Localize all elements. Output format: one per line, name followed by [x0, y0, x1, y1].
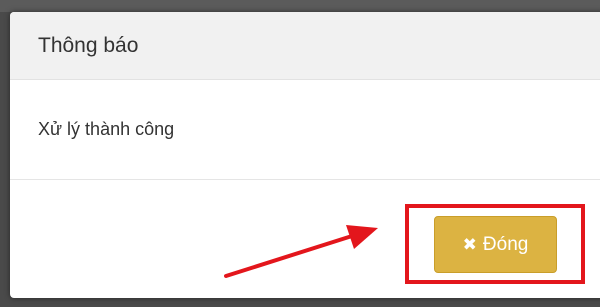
- dialog-title: Thông báo: [38, 33, 139, 57]
- close-button-label: Đóng: [482, 233, 529, 255]
- dialog-header: Thông báo: [10, 12, 600, 80]
- close-button[interactable]: ✖ Đóng: [434, 216, 557, 273]
- dialog-footer: ✖ Đóng: [10, 180, 600, 298]
- dialog-body: Xử lý thành công: [10, 80, 600, 180]
- page-backdrop: [0, 0, 600, 12]
- dialog-message: Xử lý thành công: [38, 119, 175, 139]
- close-icon: ✖: [462, 235, 477, 254]
- notification-dialog: Thông báo Xử lý thành công ✖ Đóng: [10, 12, 600, 298]
